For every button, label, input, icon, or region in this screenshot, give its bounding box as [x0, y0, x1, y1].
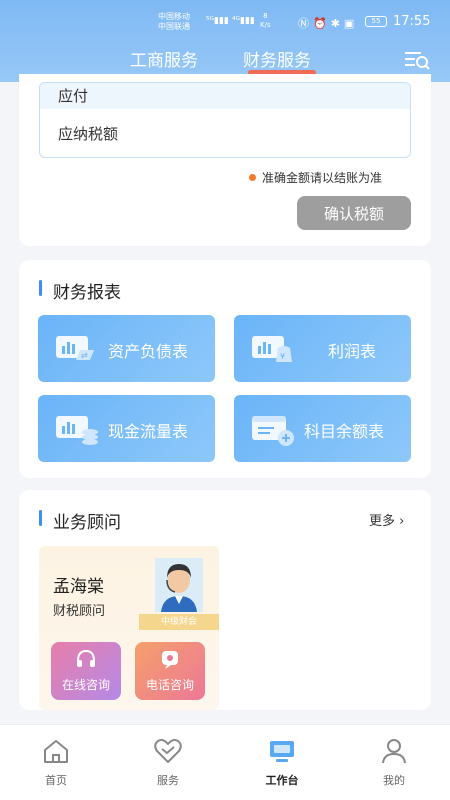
- top-header: 中国移动 中国联通 ⁵ᴳ▮▮▮ ⁴ᴳ▮▮▮ 8 K/s Ⓝ⏰✱▣ 55 17:5…: [0, 0, 450, 82]
- nav-service-label: 服务: [157, 774, 179, 787]
- nav-workbench[interactable]: 工作台: [252, 735, 312, 787]
- headset-icon: [77, 649, 95, 667]
- battery-icon: 55: [365, 16, 387, 27]
- nav-service[interactable]: 服务: [138, 735, 198, 787]
- phone-consult-label: 电话咨询: [145, 678, 194, 692]
- confirm-tax-button[interactable]: 确认税额: [297, 196, 411, 230]
- more-label: 更多: [369, 514, 396, 529]
- balance-sheet-icon: ⇄: [56, 336, 94, 360]
- carrier-2: 中国联通: [158, 22, 190, 31]
- account-balance-icon: [252, 416, 294, 446]
- net-speed-value: 8: [263, 12, 268, 20]
- phone-icon: [162, 651, 178, 669]
- workbench-icon: [270, 741, 294, 762]
- cash-flow-icon: [56, 416, 98, 445]
- nav-home-label: 首页: [45, 774, 67, 787]
- profit-statement-button[interactable]: ¥ 利润表: [234, 315, 411, 382]
- account-balance-button[interactable]: 科目余额表: [234, 395, 411, 462]
- svg-text:¥: ¥: [280, 352, 285, 361]
- account-balance-label: 科目余额表: [304, 422, 385, 441]
- advisor-title: 业务顾问: [53, 513, 121, 533]
- note-dot-icon: [249, 174, 256, 181]
- balance-sheet-label: 资产负债表: [108, 342, 189, 361]
- tax-row-payable: 应付: [40, 83, 410, 109]
- advisor-role: 财税顾问: [53, 604, 106, 619]
- chevron-right-icon: ›: [399, 514, 405, 529]
- svg-text:⇄: ⇄: [81, 351, 88, 360]
- phone-consult-button[interactable]: 电话咨询: [135, 642, 205, 700]
- net-speed: 8 K/s: [260, 12, 271, 30]
- tab-business-service[interactable]: 工商服务: [130, 46, 198, 71]
- cash-flow-button[interactable]: 现金流量表: [38, 395, 215, 462]
- nav-home[interactable]: 首页: [26, 735, 86, 787]
- status-bar: 中国移动 中国联通 ⁵ᴳ▮▮▮ ⁴ᴳ▮▮▮ 8 K/s Ⓝ⏰✱▣ 55 17:5…: [0, 10, 450, 34]
- service-icon: [154, 739, 182, 763]
- profit-icon: ¥: [252, 336, 292, 362]
- nav-workbench-label: 工作台: [265, 774, 299, 787]
- battery-level: 55: [371, 17, 381, 25]
- signal-icon-2: ⁴ᴳ▮▮▮: [232, 16, 255, 26]
- tax-card: 应付 应纳税额 准确金额请以结账为准 确认税额: [19, 74, 431, 246]
- tax-note-text: 准确金额请以结账为准: [262, 171, 383, 185]
- reports-title: 财务报表: [53, 283, 121, 303]
- tab-finance-service[interactable]: 财务服务: [243, 46, 311, 71]
- service-tabs: 工商服务 财务服务: [0, 44, 450, 76]
- online-consult-button[interactable]: 在线咨询: [51, 642, 121, 700]
- business-advisor-card: 业务顾问 更多 › 孟海棠 财税顾问 中级财会 在线咨询 电话咨询: [19, 490, 431, 710]
- home-icon: [44, 740, 68, 763]
- online-consult-label: 在线咨询: [61, 678, 110, 692]
- list-search-icon[interactable]: [403, 49, 431, 71]
- profit-statement-label: 利润表: [328, 342, 377, 361]
- cash-flow-label: 现金流量表: [108, 422, 189, 441]
- financial-reports-card: 财务报表 ⇄ 资产负债表 ¥ 利润表 现金流量表 科目余额表: [19, 260, 431, 478]
- more-advisors-link[interactable]: 更多 ›: [369, 510, 404, 529]
- clock: 17:55: [393, 14, 431, 29]
- advisor-profile[interactable]: 孟海棠 财税顾问 中级财会 在线咨询 电话咨询: [39, 546, 219, 710]
- advisor-level-badge: 中级财会: [139, 614, 219, 630]
- section-bar: [39, 510, 42, 526]
- carrier-1: 中国移动: [158, 12, 190, 21]
- system-status-icons: Ⓝ⏰✱▣: [298, 17, 359, 30]
- profile-icon: [382, 739, 406, 764]
- tax-form-box: 应付 应纳税额: [39, 82, 411, 158]
- carrier-names: 中国移动 中国联通: [158, 12, 190, 32]
- balance-sheet-button[interactable]: ⇄ 资产负债表: [38, 315, 215, 382]
- bottom-navigation: 首页 服务 工作台 我的: [0, 724, 450, 800]
- tax-row-due-label: 应纳税额: [58, 125, 119, 143]
- signal-icon: ⁵ᴳ▮▮▮: [206, 16, 229, 26]
- tax-note: 准确金额请以结账为准: [249, 169, 382, 186]
- net-speed-unit: K/s: [260, 21, 271, 29]
- nav-profile[interactable]: 我的: [364, 735, 424, 787]
- section-bar: [39, 280, 42, 296]
- advisor-name: 孟海棠: [53, 577, 104, 597]
- advisor-avatar: [155, 558, 203, 612]
- nav-profile-label: 我的: [383, 774, 405, 787]
- tax-row-payable-label: 应付: [58, 87, 89, 105]
